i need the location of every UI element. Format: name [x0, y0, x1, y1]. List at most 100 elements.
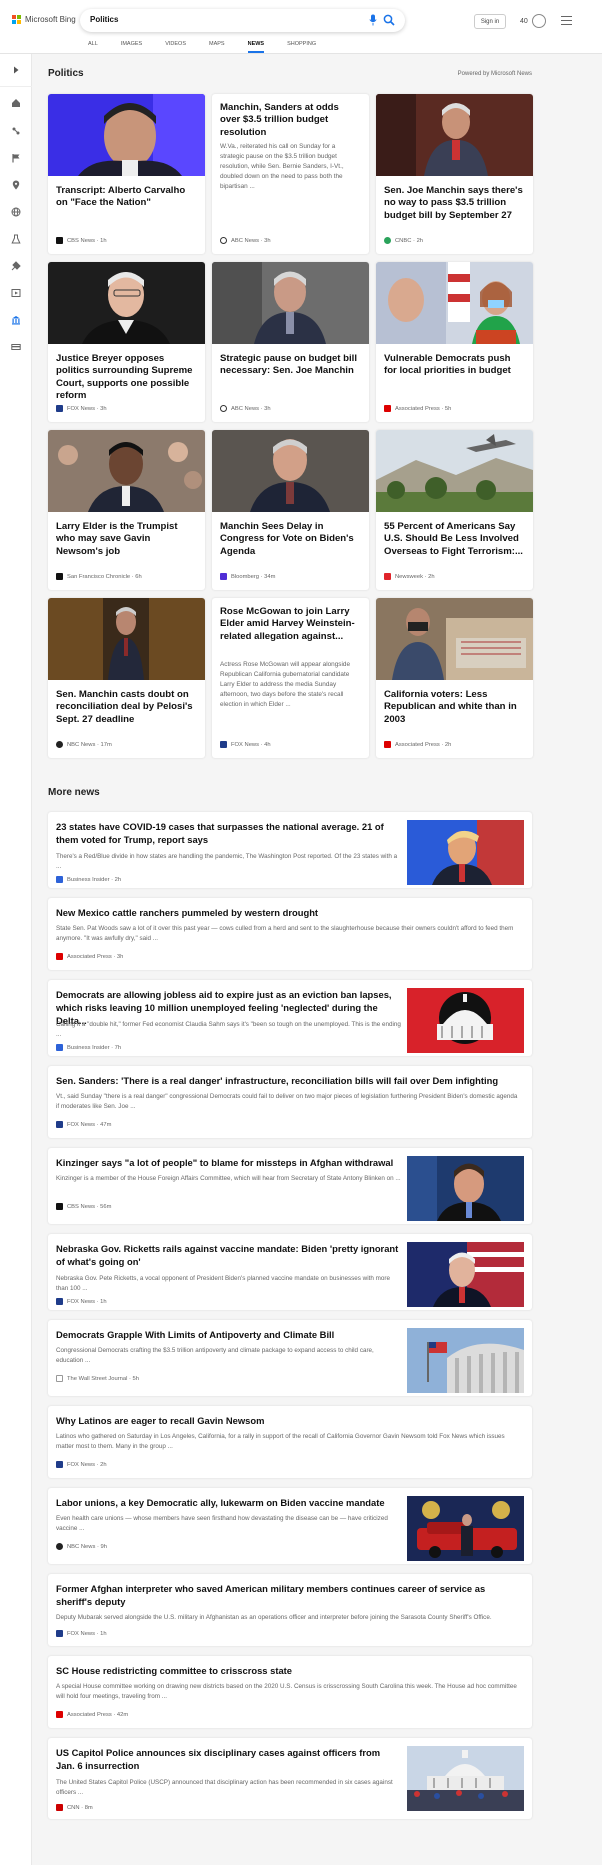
news-item[interactable]: US Capitol Police announces six discipli… [48, 1738, 532, 1819]
news-card[interactable]: Strategic pause on budget bill necessary… [212, 262, 369, 422]
hamburger-menu-icon[interactable] [561, 16, 572, 25]
news-item[interactable]: 23 states have COVID-19 cases that surpa… [48, 812, 532, 888]
globe-icon[interactable] [11, 204, 21, 217]
card-source-text: Bloomberg · 34m [231, 573, 276, 580]
item-title: US Capitol Police announces six discipli… [56, 1747, 381, 1772]
flag-icon[interactable] [11, 150, 21, 163]
fox-news-icon [56, 1461, 63, 1468]
location-icon[interactable] [11, 177, 21, 190]
tab-maps[interactable]: MAPS [209, 41, 225, 53]
more-news-title: More news [48, 787, 100, 798]
technology-icon[interactable] [11, 258, 21, 271]
tab-all[interactable]: ALL [88, 41, 98, 53]
news-item[interactable]: Labor unions, a key Democratic ally, luk… [48, 1488, 532, 1564]
item-source-text: NBC News · 9h [67, 1543, 107, 1550]
entertainment-icon[interactable] [11, 285, 21, 297]
card-title: Sen. Manchin casts doubt on reconciliati… [56, 689, 193, 725]
microphone-icon[interactable] [369, 14, 377, 26]
abc-news-icon [220, 405, 227, 412]
card-image [376, 262, 533, 344]
search-icon[interactable] [383, 14, 395, 26]
item-source: Associated Press · 3h [56, 953, 123, 960]
card-source: FOX News · 4h [220, 741, 271, 748]
item-source-text: FOX News · 1h [67, 1298, 107, 1305]
card-source: Associated Press · 5h [384, 405, 451, 412]
search-input[interactable]: Politics [90, 15, 118, 24]
news-item[interactable]: New Mexico cattle ranchers pummeled by w… [48, 898, 532, 970]
card-image [48, 94, 205, 176]
news-card[interactable]: Sen. Manchin casts doubt on reconciliati… [48, 598, 205, 758]
card-title: California voters: Less Republican and w… [384, 689, 517, 725]
card-title: 55 Percent of Americans Say U.S. Should … [384, 521, 523, 557]
card-image [376, 94, 533, 176]
us-news-icon[interactable] [11, 123, 21, 135]
news-card[interactable]: 55 Percent of Americans Say U.S. Should … [376, 430, 533, 590]
home-icon[interactable] [11, 95, 21, 107]
card-image [376, 430, 533, 512]
news-item[interactable]: Democrats Grapple With Limits of Antipov… [48, 1320, 532, 1396]
news-item[interactable]: Former Afghan interpreter who saved Amer… [48, 1574, 532, 1646]
left-rail [0, 54, 32, 1865]
card-title: Manchin, Sanders at odds over $3.5 trill… [220, 102, 339, 138]
tab-images[interactable]: IMAGES [121, 41, 142, 53]
card-source: NBC News · 17m [56, 741, 112, 748]
cbs-news-icon [56, 237, 63, 244]
item-source-text: Associated Press · 3h [67, 953, 124, 960]
news-card[interactable]: Transcript: Alberto Carvalho on "Face th… [48, 94, 205, 254]
news-card[interactable]: Larry Elder is the Trumpist who may save… [48, 430, 205, 590]
item-image [407, 1746, 524, 1811]
item-description: Kinzinger is a member of the House Forei… [56, 1175, 401, 1182]
card-title: Rose McGowan to join Larry Elder amid Ha… [220, 606, 355, 642]
news-card[interactable]: Rose McGowan to join Larry Elder amid Ha… [212, 598, 369, 758]
news-item[interactable]: Kinzinger says "a lot of people" to blam… [48, 1148, 532, 1224]
item-source-text: Associated Press · 42m [67, 1711, 129, 1718]
item-image [407, 1496, 524, 1561]
item-source: Business Insider · 7h [56, 1044, 121, 1051]
fox-news-icon [220, 741, 227, 748]
item-source: The Wall Street Journal · 5h [56, 1375, 139, 1382]
tab-news[interactable]: NEWS [247, 41, 264, 53]
bing-logo[interactable]: Microsoft Bing [12, 15, 76, 24]
card-source-text: San Francisco Chronicle · 6h [67, 573, 142, 580]
card-source: ABC News · 3h [220, 405, 271, 412]
card-source-text: ABC News · 3h [231, 237, 271, 244]
item-title: Democrats Grapple With Limits of Antipov… [56, 1329, 335, 1340]
wsj-icon [56, 1375, 63, 1382]
news-item[interactable]: Why Latinos are eager to recall Gavin Ne… [48, 1406, 532, 1478]
item-description: Congressional Democrats crafting the $3.… [56, 1347, 374, 1365]
item-image [407, 988, 524, 1053]
item-title: Nebraska Gov. Ricketts rails against vac… [56, 1243, 399, 1268]
fox-news-icon [56, 405, 63, 412]
fox-news-icon [56, 1630, 63, 1637]
card-title: Larry Elder is the Trumpist who may save… [56, 521, 178, 557]
item-source-text: Business Insider · 7h [67, 1044, 122, 1051]
cnbc-icon [384, 237, 391, 244]
news-card[interactable]: Sen. Joe Manchin says there's no way to … [376, 94, 533, 254]
tab-videos[interactable]: VIDEOS [165, 41, 186, 53]
news-card[interactable]: Justice Breyer opposes politics surround… [48, 262, 205, 422]
politics-icon[interactable] [11, 312, 21, 325]
sign-in-button[interactable]: Sign in [474, 14, 506, 29]
news-card[interactable]: Vulnerable Democrats push for local prio… [376, 262, 533, 422]
associated-press-icon [384, 405, 391, 412]
news-item[interactable]: Democrats are allowing jobless aid to ex… [48, 980, 532, 1056]
news-card[interactable]: California voters: Less Republican and w… [376, 598, 533, 758]
rewards-button[interactable]: 40 [520, 14, 546, 28]
science-icon[interactable] [11, 231, 21, 244]
newsweek-icon [384, 573, 391, 580]
tab-shopping[interactable]: SHOPPING [287, 41, 316, 53]
news-item[interactable]: Nebraska Gov. Ricketts rails against vac… [48, 1234, 532, 1310]
expand-rail-button[interactable] [0, 54, 32, 87]
card-title: Strategic pause on budget bill necessary… [220, 353, 357, 377]
news-item[interactable]: Sen. Sanders: 'There is a real danger' i… [48, 1066, 532, 1138]
card-description: W.Va., reiterated his call on Sunday for… [220, 143, 344, 190]
item-title: 23 states have COVID-19 cases that surpa… [56, 821, 384, 846]
nbc-news-icon [56, 741, 63, 748]
money-icon[interactable] [11, 339, 21, 350]
business-insider-icon [56, 876, 63, 883]
news-card[interactable]: Manchin, Sanders at odds over $3.5 trill… [212, 94, 369, 254]
associated-press-icon [56, 953, 63, 960]
search-box[interactable]: Politics [80, 9, 405, 32]
news-item[interactable]: SC House redistricting committee to cris… [48, 1656, 532, 1728]
news-card[interactable]: Manchin Sees Delay in Congress for Vote … [212, 430, 369, 590]
